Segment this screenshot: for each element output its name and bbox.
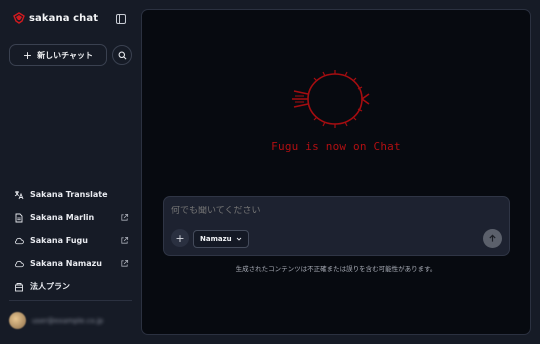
brand-name: sakana chat xyxy=(29,12,99,24)
cloud-icon xyxy=(14,259,24,269)
external-link-icon xyxy=(121,259,129,267)
search-button[interactable] xyxy=(112,45,132,65)
disclaimer: 生成されたコンテンツは不正確または誤りを含む可能性があります。 xyxy=(235,265,437,273)
sidebar-item-sakana-translate[interactable]: Sakana Translate xyxy=(9,183,133,206)
hero-title: Fugu is now on Chat xyxy=(271,140,401,153)
sidebar-item-label: Sakana Namazu xyxy=(30,259,102,268)
search-icon xyxy=(118,51,126,59)
message-input[interactable] xyxy=(171,206,471,216)
sidebar-item-sakana-fugu[interactable]: Sakana Fugu xyxy=(9,229,133,252)
sidebar-item-label: Sakana Marlin xyxy=(30,213,95,222)
external-link-icon xyxy=(121,213,129,221)
attach-button[interactable]: + xyxy=(171,229,189,247)
new-chat-label: 新しいチャット xyxy=(37,50,94,60)
fugu-hero-icon xyxy=(292,70,370,128)
document-icon xyxy=(14,213,24,223)
cloud-icon xyxy=(14,236,24,246)
sidebar-item-label: Sakana Translate xyxy=(30,190,108,199)
sidebar: sakana chat + 新しいチャット Sakana Translate S… xyxy=(0,0,141,344)
sidebar-item-business-plan[interactable]: 法人プラン xyxy=(9,275,133,298)
building-icon xyxy=(14,282,24,292)
user-menu[interactable]: user@example.co.jp xyxy=(9,312,103,329)
model-selector[interactable]: Namazu xyxy=(193,230,249,248)
new-chat-button[interactable]: + 新しいチャット xyxy=(9,44,107,66)
sakana-logo-icon xyxy=(13,12,25,24)
plus-icon: + xyxy=(22,48,33,62)
chevron-down-icon xyxy=(236,237,241,241)
external-link-icon xyxy=(121,236,129,244)
arrow-up-icon xyxy=(489,234,496,242)
translate-icon xyxy=(14,190,24,200)
sidebar-toggle-icon[interactable] xyxy=(115,13,127,25)
brand[interactable]: sakana chat xyxy=(13,12,98,24)
send-button[interactable] xyxy=(483,229,502,248)
model-selector-value: Namazu xyxy=(200,235,232,243)
composer: + Namazu xyxy=(163,196,510,256)
sidebar-divider xyxy=(9,300,132,301)
sidebar-item-label: 法人プラン xyxy=(30,282,70,291)
sidebar-item-label: Sakana Fugu xyxy=(30,236,88,245)
avatar xyxy=(9,312,26,329)
user-email: user@example.co.jp xyxy=(32,316,104,325)
chat-main-panel: Fugu is now on Chat + Namazu 生成されたコンテンツは… xyxy=(141,9,531,335)
sidebar-item-sakana-marlin[interactable]: Sakana Marlin xyxy=(9,206,133,229)
sidebar-item-sakana-namazu[interactable]: Sakana Namazu xyxy=(9,252,133,275)
plus-icon: + xyxy=(175,231,185,245)
sidebar-nav: Sakana Translate Sakana Marlin Sakana Fu… xyxy=(9,183,133,298)
